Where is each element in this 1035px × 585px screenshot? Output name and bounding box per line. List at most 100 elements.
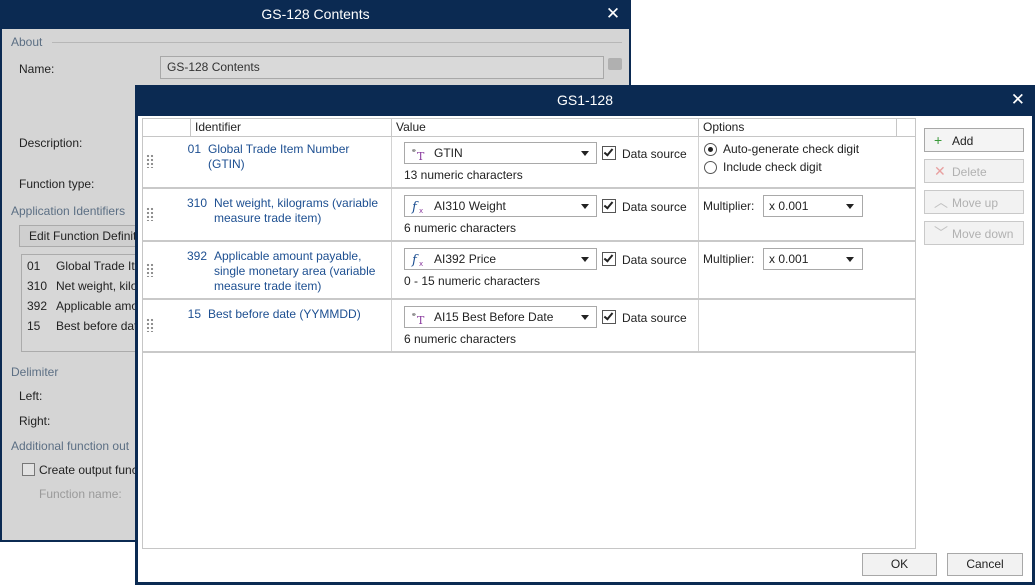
chevron-down-icon [581, 151, 589, 156]
identifier-number: 01 [187, 142, 201, 156]
create-output-label: Create output func [39, 463, 138, 477]
column-header-identifier[interactable]: Identifier [190, 119, 391, 137]
chevron-down-icon [846, 204, 854, 209]
table-row[interactable]: 310 Net weight, kilograms (variable meas… [143, 189, 915, 242]
app-identifiers-heading: Application Identifiers [11, 204, 126, 218]
left-label: Left: [19, 389, 43, 403]
plus-icon: + [934, 132, 943, 148]
list-item[interactable]: 392 Applicable amo [27, 299, 138, 313]
table-row[interactable]: 15 Best before date (YYMMDD) ⚭ T AI15 Bes… [143, 300, 915, 353]
multiplier-select[interactable]: x 0.001 [763, 195, 863, 217]
comment-icon[interactable] [608, 58, 622, 70]
chevron-down-icon [846, 257, 854, 262]
data-source-checkbox[interactable] [602, 199, 616, 213]
function-name-label: Function name: [39, 487, 122, 501]
chevron-down-icon [581, 315, 589, 320]
multiplier-value: x 0.001 [769, 199, 809, 213]
data-source-checkbox[interactable] [602, 146, 616, 160]
variable-icon: ⚭ T [411, 309, 429, 327]
divider [698, 242, 699, 298]
column-header-value[interactable]: Value [391, 119, 698, 137]
table-row[interactable]: 392 Applicable amount payable, single mo… [143, 242, 915, 300]
svg-text:⚭: ⚭ [411, 147, 417, 155]
value-label: AI15 Best Before Date [434, 310, 554, 324]
value-hint: 13 numeric characters [404, 168, 523, 182]
data-source-label: Data source [622, 200, 687, 214]
list-item[interactable]: 310 Net weight, kilogi [27, 279, 147, 293]
dialog-title: GS1-128 [556, 92, 614, 108]
identifier-name[interactable]: Global Trade Item Number (GTIN) [208, 142, 388, 172]
drag-handle-icon[interactable] [146, 207, 154, 221]
ai-list[interactable]: 01 Global Trade Ite 310 Net weight, kilogi… [21, 254, 151, 352]
value-select[interactable]: fx AI392 Price [404, 248, 597, 270]
include-check-digit-label: Include check digit [723, 160, 822, 174]
delete-icon: ✕ [934, 163, 946, 179]
value-hint: 0 - 15 numeric characters [404, 274, 541, 288]
name-label: Name: [19, 62, 55, 76]
value-select[interactable]: ⚭ T GTIN [404, 142, 597, 164]
value-select[interactable]: fx AI310 Weight [404, 195, 597, 217]
delete-button-label: Delete [952, 165, 987, 179]
close-icon[interactable]: ✕ [1011, 91, 1025, 108]
multiplier-select[interactable]: x 0.001 [763, 248, 863, 270]
value-select[interactable]: ⚭ T AI15 Best Before Date [404, 306, 597, 328]
value-label: AI310 Weight [434, 199, 506, 213]
ai-text: Net weight, kilogi [56, 279, 147, 293]
ai-text: Global Trade Ite [56, 259, 142, 273]
variable-icon: ⚭ T [411, 145, 429, 163]
multiplier-label: Multiplier: [703, 252, 755, 266]
add-button[interactable]: + Add [924, 128, 1024, 152]
ai-text: Applicable amo [56, 299, 139, 313]
list-item[interactable]: 01 Global Trade Ite [27, 259, 141, 273]
divider [391, 300, 392, 351]
table-row[interactable]: 01 Global Trade Item Number (GTIN) ⚭ T GT… [143, 137, 915, 189]
move-up-button[interactable]: ︿ Move up [924, 190, 1024, 214]
delimiter-heading: Delimiter [11, 365, 59, 379]
value-label: AI392 Price [434, 252, 497, 266]
auto-generate-label: Auto-generate check digit [723, 142, 860, 156]
drag-handle-icon[interactable] [146, 263, 154, 277]
data-source-checkbox[interactable] [602, 310, 616, 324]
divider [698, 189, 699, 240]
auto-generate-radio[interactable] [704, 143, 717, 156]
create-output-checkbox[interactable] [22, 463, 35, 476]
data-source-label: Data source [622, 147, 687, 161]
svg-text:T: T [417, 150, 425, 161]
delete-button[interactable]: ✕ Delete [924, 159, 1024, 183]
divider [391, 189, 392, 240]
about-section-heading: About [11, 35, 43, 49]
drag-handle-icon[interactable] [146, 318, 154, 332]
data-source-checkbox[interactable] [602, 252, 616, 266]
value-hint: 6 numeric characters [404, 221, 517, 235]
identifier-number: 15 [187, 307, 201, 321]
data-source-label: Data source [622, 253, 687, 267]
additional-output-heading: Additional function out [11, 439, 130, 453]
edit-function-definition-button[interactable]: Edit Function Definiti [19, 225, 149, 247]
ai-number: 392 [27, 299, 48, 313]
name-input[interactable]: GS-128 Contents [160, 56, 604, 79]
function-icon: fx [411, 251, 429, 268]
divider [698, 300, 699, 351]
cancel-button[interactable]: Cancel [947, 553, 1023, 576]
move-down-button-label: Move down [952, 227, 1014, 241]
move-down-button[interactable]: ﹀ Move down [924, 221, 1024, 245]
chevron-up-icon: ︿ [934, 194, 948, 210]
divider [698, 137, 699, 187]
list-item[interactable]: 15 Best before dat [27, 319, 137, 333]
svg-text:T: T [417, 314, 425, 325]
identifier-name[interactable]: Net weight, kilograms (variable measure … [214, 196, 390, 226]
grid-header: Identifier Value Options [143, 119, 915, 137]
ai-number: 310 [27, 279, 48, 293]
gs1-128-dialog: GS1-128 ✕ Identifier Value Options 01 Gl… [135, 85, 1035, 585]
column-header-spacer [896, 119, 915, 137]
ok-button[interactable]: OK [862, 553, 937, 576]
identifier-name[interactable]: Applicable amount payable, single moneta… [214, 249, 390, 294]
drag-handle-icon[interactable] [146, 154, 154, 168]
column-header-options[interactable]: Options [698, 119, 914, 137]
identifier-name[interactable]: Best before date (YYMMDD) [208, 307, 388, 322]
include-check-digit-radio[interactable] [704, 161, 717, 174]
close-icon[interactable]: ✕ [605, 5, 621, 22]
chevron-down-icon [581, 204, 589, 209]
chevron-down-icon: ﹀ [934, 225, 948, 241]
ai-number: 15 [27, 319, 41, 333]
